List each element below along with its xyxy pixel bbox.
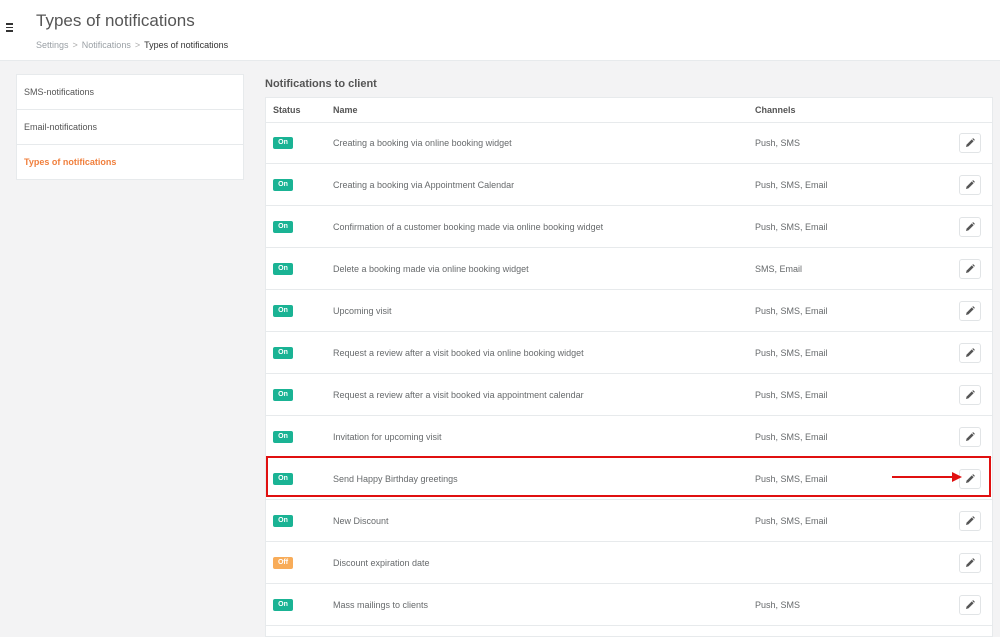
- table-row: On Delete a booking made via online booki…: [266, 248, 992, 290]
- notification-channels: SMS, Email: [755, 264, 803, 274]
- notification-name: Mass mailings to clients: [333, 600, 429, 610]
- table-row: On Invitation for upcoming visit Push, SMS…: [266, 416, 992, 458]
- table-row: On Request a review after a visit booked …: [266, 332, 992, 374]
- edit-button[interactable]: [959, 511, 981, 531]
- sidebar-item-types-of-notifications[interactable]: Types of notifications: [17, 145, 243, 179]
- notification-channels: Push, SMS, Email: [755, 432, 828, 442]
- status-badge: On: [273, 599, 293, 611]
- notification-name: Request a review after a visit booked vi…: [333, 390, 584, 400]
- notification-name: Creating a booking via Appointment Calen…: [333, 180, 515, 190]
- top-bar: Types of notifications Settings > Notifica…: [0, 0, 1000, 61]
- status-badge: On: [273, 431, 293, 443]
- edit-button[interactable]: [959, 427, 981, 447]
- notification-channels: Push, SMS, Email: [755, 222, 828, 232]
- notification-channels: Push, SMS, Email: [755, 306, 828, 316]
- status-badge: On: [273, 305, 293, 317]
- hamburger-menu-icon[interactable]: [6, 21, 16, 35]
- status-badge: On: [273, 347, 293, 359]
- table-row: On Confirmation of a customer booking mad…: [266, 206, 992, 248]
- notification-name: Confirmation of a customer booking made …: [333, 222, 604, 232]
- breadcrumb: Settings > Notifications > Types of notifica…: [36, 40, 228, 50]
- table-row: On Creating a booking via online booking …: [266, 122, 992, 164]
- column-header-status: Status: [273, 105, 301, 115]
- notification-channels: Push, SMS, Email: [755, 348, 828, 358]
- notification-name: Delete a booking made via online booking…: [333, 264, 529, 274]
- breadcrumb-notifications[interactable]: Notifications: [82, 40, 131, 50]
- notification-channels: Push, SMS: [755, 600, 801, 610]
- notification-name: New Discount: [333, 516, 389, 526]
- notification-name: Request a review after a visit booked vi…: [333, 348, 584, 358]
- page-title: Types of notifications: [36, 11, 195, 30]
- column-header-channels: Channels: [755, 105, 796, 115]
- status-badge: On: [273, 221, 293, 233]
- status-badge: On: [273, 473, 293, 485]
- status-badge: Off: [273, 557, 293, 569]
- breadcrumb-separator: >: [72, 40, 78, 50]
- edit-button[interactable]: [959, 595, 981, 615]
- breadcrumb-current: Types of notifications: [144, 40, 229, 50]
- edit-button[interactable]: [959, 469, 981, 489]
- column-header-name: Name: [333, 105, 358, 115]
- edit-button[interactable]: [959, 217, 981, 237]
- notification-channels: Push, SMS, Email: [755, 390, 828, 400]
- edit-button[interactable]: [959, 385, 981, 405]
- notification-name: Upcoming visit: [333, 306, 392, 316]
- notification-channels: Push, SMS, Email: [755, 474, 828, 484]
- edit-button[interactable]: [959, 553, 981, 573]
- sidebar-item-sms-notifications[interactable]: SMS-notifications: [17, 75, 243, 110]
- notification-channels: Push, SMS, Email: [755, 516, 828, 526]
- notification-name: Creating a booking via online booking wi…: [333, 138, 512, 148]
- table-row: On New Discount Push, SMS, Email: [266, 500, 992, 542]
- edit-button[interactable]: [959, 259, 981, 279]
- settings-sidebar: SMS-notifications Email-notifications Ty…: [16, 74, 244, 180]
- breadcrumb-settings[interactable]: Settings: [36, 40, 69, 50]
- status-badge: On: [273, 389, 293, 401]
- notification-name: Invitation for upcoming visit: [333, 432, 442, 442]
- status-badge: On: [273, 515, 293, 527]
- sidebar-item-email-notifications[interactable]: Email-notifications: [17, 110, 243, 145]
- table-row: On Upcoming visit Push, SMS, Email: [266, 290, 992, 332]
- notification-name: Send Happy Birthday greetings: [333, 474, 458, 484]
- edit-button[interactable]: [959, 343, 981, 363]
- table-header: Status Name Channels: [266, 98, 992, 123]
- breadcrumb-separator: >: [134, 40, 141, 50]
- notification-channels: Push, SMS: [755, 138, 801, 148]
- edit-button[interactable]: [959, 175, 981, 195]
- table-row: On Mass mailings to clients Push, SMS: [266, 584, 992, 626]
- status-badge: On: [273, 179, 293, 191]
- notifications-table: Status Name Channels On Creating a bookin…: [265, 97, 993, 637]
- notification-channels: Push, SMS, Email: [755, 180, 828, 190]
- notification-name: Discount expiration date: [333, 558, 430, 568]
- table-row: Off Discount expiration date: [266, 542, 992, 584]
- table-row: On Creating a booking via Appointment Cal…: [266, 164, 992, 206]
- edit-button[interactable]: [959, 133, 981, 153]
- edit-button[interactable]: [959, 301, 981, 321]
- table-row: On Request a review after a visit booked …: [266, 374, 992, 416]
- section-title: Notifications to client: [265, 78, 377, 90]
- table-row: On Send Happy Birthday greetings Push, SMS…: [266, 458, 992, 500]
- status-badge: On: [273, 263, 293, 275]
- status-badge: On: [273, 137, 293, 149]
